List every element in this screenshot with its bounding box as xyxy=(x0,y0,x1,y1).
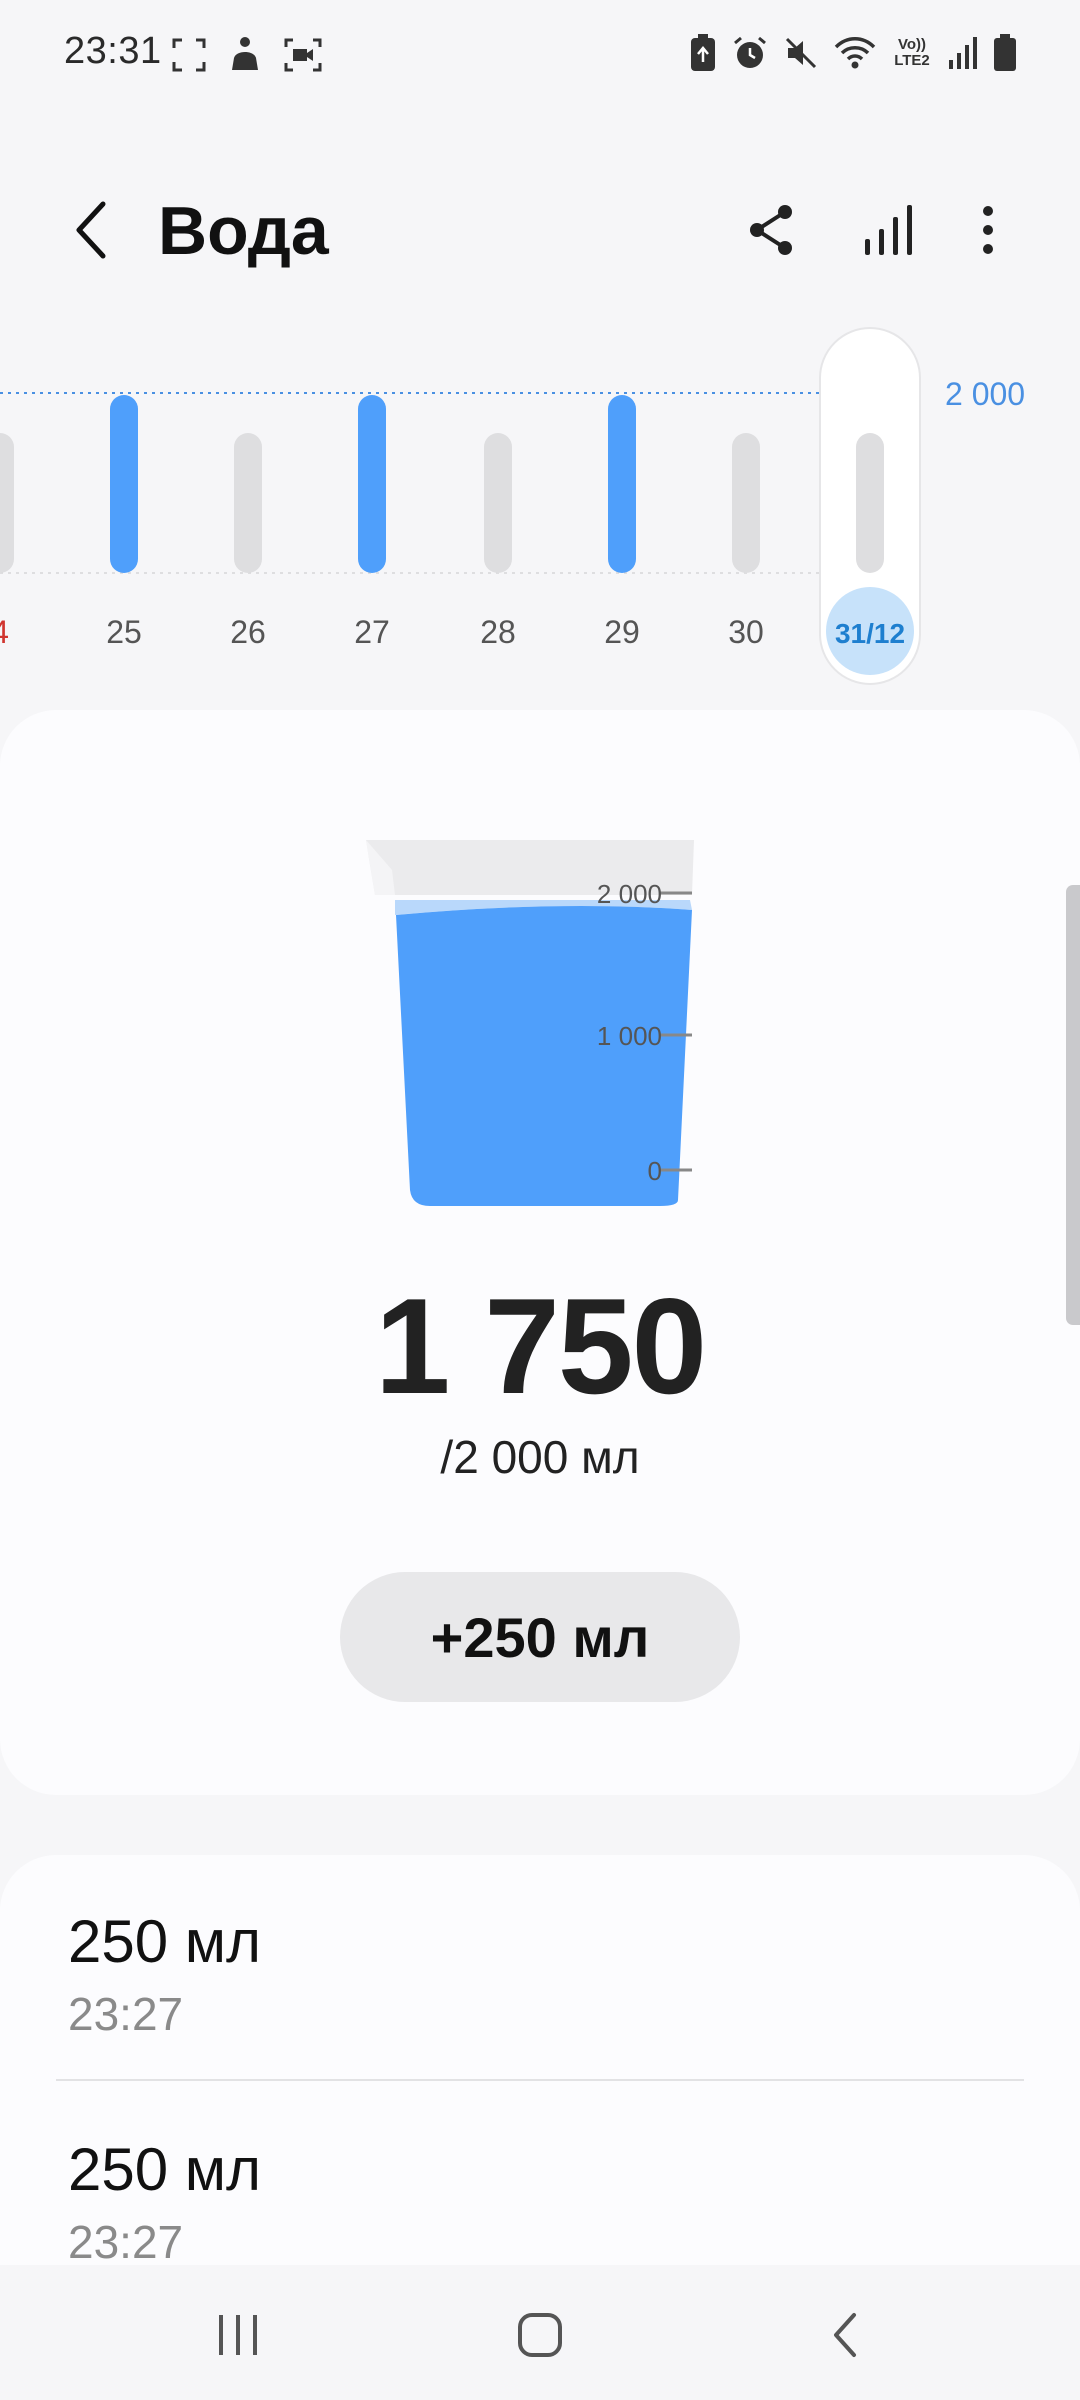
statistics-button[interactable] xyxy=(846,188,930,272)
screen-record-icon xyxy=(284,38,322,72)
day-bar xyxy=(484,433,512,573)
scale-label: 2 000 xyxy=(597,879,662,909)
log-item[interactable]: 250 мл 23:27 xyxy=(68,1907,1018,2107)
screenshot-frame-icon xyxy=(172,38,206,72)
day-column-26[interactable]: 26 xyxy=(230,433,266,650)
recents-icon xyxy=(219,2315,257,2355)
log-time: 23:27 xyxy=(68,1988,184,2040)
day-column-28[interactable]: 28 xyxy=(480,433,516,650)
share-button[interactable] xyxy=(730,188,814,272)
day-bar xyxy=(358,395,386,573)
day-column-27[interactable]: 27 xyxy=(354,395,390,650)
water-goal: /2 000 мл xyxy=(440,1431,640,1483)
back-icon xyxy=(834,2313,856,2357)
more-vert-icon xyxy=(983,206,993,254)
day-column-25[interactable]: 25 xyxy=(106,395,142,650)
scale-label: 1 000 xyxy=(597,1021,662,1051)
add-water-button[interactable]: +250 мл xyxy=(340,1572,740,1702)
nav-back-button[interactable] xyxy=(800,2295,890,2375)
more-options-button[interactable] xyxy=(946,188,1030,272)
measuring-cup: 2 000 1 000 0 xyxy=(366,840,694,1206)
day-bar xyxy=(110,395,138,573)
back-button[interactable] xyxy=(56,190,126,270)
app-bar: Вода xyxy=(0,170,1080,290)
log-amount: 250 мл xyxy=(68,2136,262,2203)
status-right-icons: Vo)) LTE2 xyxy=(690,34,1016,72)
bar-chart-icon xyxy=(865,205,912,255)
day-label: 4 xyxy=(0,614,9,650)
day-column-29[interactable]: 29 xyxy=(604,395,640,650)
battery-icon xyxy=(994,34,1016,71)
water-summary-card: 2 000 1 000 0 1 750 /2 000 мл +250 мл xyxy=(0,710,1080,1795)
chevron-left-icon xyxy=(76,201,106,259)
status-left-icons xyxy=(172,36,322,74)
water-amount: 1 750 xyxy=(374,1270,707,1422)
mute-icon xyxy=(785,37,817,69)
day-bar xyxy=(608,395,636,573)
divider xyxy=(56,2079,1024,2081)
day-label: 31/12 xyxy=(835,618,905,649)
goal-label: 2 000 xyxy=(945,376,1025,412)
day-label: 25 xyxy=(106,614,142,650)
day-label: 30 xyxy=(728,614,764,650)
day-bar xyxy=(732,433,760,573)
day-bar xyxy=(234,433,262,573)
status-bar: 23:31 Vo)) LTE2 xyxy=(0,0,1080,110)
day-label: 29 xyxy=(604,614,640,650)
recents-button[interactable] xyxy=(193,2295,283,2375)
signal-icon xyxy=(949,37,977,69)
navigation-bar xyxy=(0,2265,1080,2400)
scroll-indicator[interactable] xyxy=(1066,885,1080,1325)
log-time: 23:27 xyxy=(68,2216,184,2268)
day-bar xyxy=(856,433,884,573)
week-chart[interactable]: 2 000 4 25 26 27 28 29 30 31/12 xyxy=(0,320,1080,700)
day-bar xyxy=(0,433,14,573)
wifi-icon xyxy=(834,37,876,69)
battery-saver-icon xyxy=(691,34,715,71)
alarm-icon xyxy=(734,36,766,68)
page-title: Вода xyxy=(158,193,329,269)
network-label: Vo)) LTE2 xyxy=(894,36,930,69)
day-label: 26 xyxy=(230,614,266,650)
day-label: 27 xyxy=(354,614,390,650)
water-tracker-screen: 23:31 Vo)) LTE2 Вода 2 000 4 25 26 27 28… xyxy=(0,0,1080,2400)
home-button[interactable] xyxy=(495,2295,585,2375)
share-icon xyxy=(750,205,792,255)
home-icon xyxy=(518,2313,562,2357)
status-time: 23:31 xyxy=(64,30,162,72)
scale-label: 0 xyxy=(648,1156,662,1186)
volte-lte2-icon: Vo)) LTE2 xyxy=(892,37,932,69)
day-column-4[interactable]: 4 xyxy=(0,433,14,650)
day-column-30[interactable]: 30 xyxy=(728,433,764,650)
log-amount: 250 мл xyxy=(68,1908,262,1975)
day-label: 28 xyxy=(480,614,516,650)
accessibility-person-icon xyxy=(232,37,258,70)
